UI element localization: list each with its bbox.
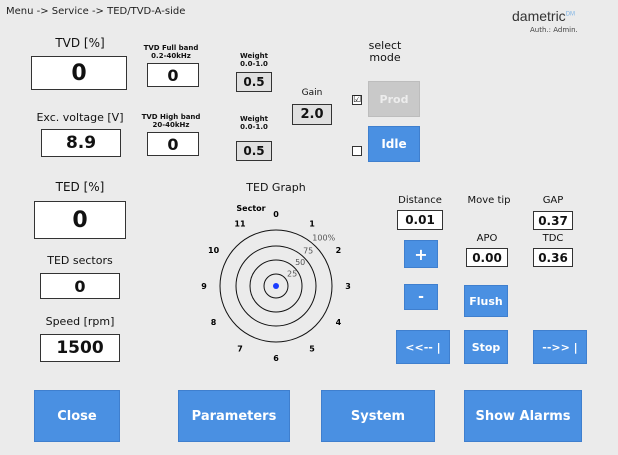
- sector-label-6: 6: [273, 354, 279, 363]
- tvd-full-band-value: 0: [147, 63, 199, 87]
- sector-label-11: 11: [234, 220, 246, 229]
- exc-voltage-value: 8.9: [41, 129, 121, 157]
- tvd-label: TVD [%]: [55, 36, 105, 50]
- tvd-full-band-title: TVD Full band: [143, 44, 199, 52]
- stop-button[interactable]: Stop: [464, 330, 508, 364]
- ring-label-3: 75: [303, 247, 313, 256]
- sector-label-7: 7: [237, 344, 243, 353]
- weight-2-value: 0.5: [236, 141, 272, 161]
- move-tip-label: Move tip: [467, 195, 511, 206]
- tvd-high-band-value: 0: [147, 132, 199, 156]
- sector-label-8: 8: [211, 318, 217, 327]
- sector-label-4: 4: [336, 318, 342, 327]
- distance-value[interactable]: 0.01: [397, 210, 443, 230]
- parameters-button[interactable]: Parameters: [178, 390, 290, 442]
- gap-value: 0.37: [533, 211, 573, 230]
- auth-level: Auth.: Admin.: [530, 26, 578, 34]
- ring-label-1: 25: [287, 270, 297, 279]
- tvd-high-band-range: 20-40kHz: [152, 121, 190, 129]
- weight-1-title: Weight: [240, 52, 268, 60]
- weight-2-title: Weight: [240, 115, 268, 123]
- sector-label-9: 9: [201, 282, 207, 291]
- apo-value: 0.00: [466, 248, 508, 267]
- distance-label: Distance: [398, 195, 442, 206]
- brand-mark: DM: [565, 11, 576, 18]
- tdc-label: TDC: [542, 233, 564, 244]
- weight-1-value: 0.5: [236, 72, 272, 92]
- brand-name: dametric: [512, 8, 566, 24]
- sector-label-1: 1: [309, 220, 315, 229]
- select-mode-subtitle: mode: [369, 51, 401, 64]
- weight-2-label: Weight 0.0-1.0: [232, 115, 276, 131]
- plus-button[interactable]: +: [404, 240, 438, 268]
- tdc-value: 0.36: [533, 248, 573, 267]
- idle-checkbox[interactable]: [352, 146, 362, 156]
- sector-caption: Sector: [236, 204, 265, 213]
- sector-label-0: 0: [273, 210, 279, 219]
- close-button[interactable]: Close: [34, 390, 120, 442]
- sector-label-3: 3: [345, 282, 351, 291]
- minus-button[interactable]: -: [404, 284, 438, 310]
- speed-label: Speed [rpm]: [45, 315, 115, 328]
- prod-button[interactable]: Prod: [368, 81, 420, 117]
- gap-label: GAP: [542, 195, 564, 206]
- ring-label-4: 100%: [312, 234, 335, 243]
- sector-label-5: 5: [309, 344, 315, 353]
- sector-label-10: 10: [208, 246, 220, 255]
- move-back-button[interactable]: <<-- |: [396, 330, 450, 364]
- breadcrumb: Menu -> Service -> TED/TVD-A-side: [6, 6, 186, 17]
- ted-label: TED [%]: [55, 180, 105, 194]
- weight-1-label: Weight 0.0-1.0: [232, 52, 276, 68]
- ted-sectors-value: 0: [40, 273, 120, 299]
- move-forward-button[interactable]: -->> |: [533, 330, 587, 364]
- ring-label-2: 50: [295, 258, 305, 267]
- gain-value: 2.0: [292, 104, 332, 125]
- dametric-logo: dametricDM: [512, 8, 575, 24]
- idle-button[interactable]: Idle: [368, 126, 420, 162]
- speed-value: 1500: [40, 334, 120, 362]
- ted-sectors-label: TED sectors: [47, 254, 113, 267]
- tvd-value: 0: [31, 56, 127, 90]
- weight-2-range: 0.0-1.0: [240, 123, 268, 131]
- tvd-high-band-title: TVD High band: [141, 113, 201, 121]
- show-alarms-button[interactable]: Show Alarms: [464, 390, 582, 442]
- tvd-full-band-label: TVD Full band 0.2-40kHz: [140, 44, 202, 60]
- system-button[interactable]: System: [321, 390, 435, 442]
- sector-label-2: 2: [336, 246, 342, 255]
- ted-polar-graph: 0 1 2 3 4 5 6 7 8 9 10 11 Sector 25 50 75 100%: [201, 204, 351, 363]
- select-mode-label: select mode: [360, 40, 410, 64]
- ted-value: 0: [34, 201, 126, 239]
- gain-label: Gain: [301, 88, 323, 98]
- flush-button[interactable]: Flush: [464, 285, 508, 317]
- tvd-high-band-label: TVD High band 20-40kHz: [140, 113, 202, 129]
- ted-point: [273, 283, 279, 289]
- weight-1-range: 0.0-1.0: [240, 60, 268, 68]
- prod-checkbox[interactable]: ☑: [352, 95, 362, 105]
- apo-label: APO: [476, 233, 498, 244]
- exc-voltage-label: Exc. voltage [V]: [36, 111, 124, 124]
- tvd-full-band-range: 0.2-40kHz: [151, 52, 191, 60]
